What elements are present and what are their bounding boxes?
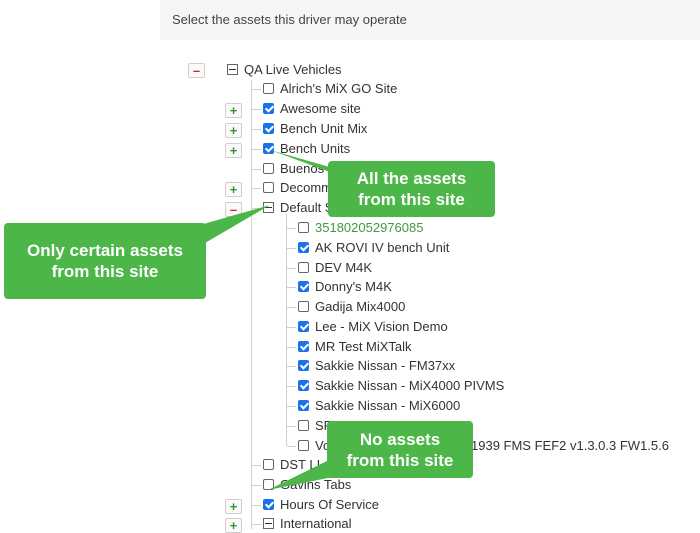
callout-line: Only certain assets — [27, 241, 183, 260]
callout-line: No assets — [359, 429, 441, 449]
callout-certain-assets: Only certain assets from this site — [4, 223, 206, 299]
callout-line: from this site — [358, 190, 465, 209]
callout-all-assets: All the assets from this site — [328, 161, 495, 217]
callout-line: All the assets — [356, 169, 467, 188]
callout-line: from this site — [346, 450, 454, 470]
callout-arrow-certain — [200, 205, 270, 243]
callout-line: from this site — [51, 262, 159, 281]
callout-no-assets: No assets from this site — [327, 421, 473, 478]
